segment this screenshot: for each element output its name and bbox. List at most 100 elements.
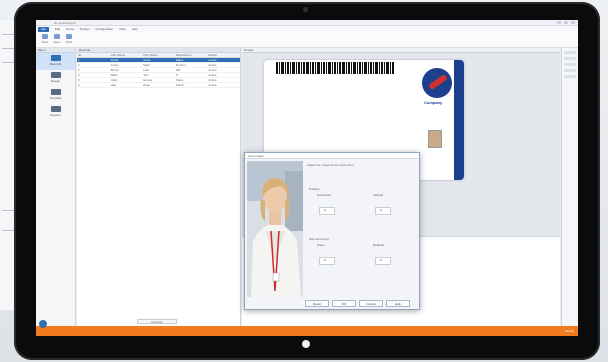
- portrait-photo[interactable]: [247, 161, 303, 297]
- dialog-buttons: Reset OK Cancel Help: [305, 300, 410, 307]
- open-button[interactable]: Open: [52, 34, 62, 44]
- card-photo-thumbnail[interactable]: [428, 130, 442, 148]
- table-cell: Mark: [143, 63, 150, 67]
- reset-button[interactable]: Reset: [305, 300, 329, 307]
- open-icon: [54, 34, 60, 39]
- status-text: Ready: [565, 329, 574, 333]
- close-icon[interactable]: [571, 21, 575, 24]
- table-cell: Anna: [143, 58, 151, 62]
- table-cell: Jones: [110, 63, 119, 67]
- table-cell: 4: [78, 73, 80, 77]
- ribbon-toolbar: New Open Print: [36, 32, 578, 48]
- table-cell: Lisa: [143, 68, 149, 72]
- horizontal-label: Horizontal: [317, 193, 331, 197]
- new-button[interactable]: New: [40, 34, 50, 44]
- table-cell: Active: [208, 73, 217, 77]
- vertical-value: 0: [380, 208, 382, 212]
- crop-image-dialog: Crop image Adjust the image for the card…: [244, 152, 420, 310]
- home-button[interactable]: [302, 340, 310, 348]
- table-cell: 2: [78, 63, 80, 67]
- zoom-value: 0: [324, 258, 326, 262]
- table-cell: Smith: [110, 58, 119, 62]
- barcode-image: [276, 62, 394, 74]
- rotation-stepper[interactable]: 0: [375, 257, 391, 265]
- table-cell: Tom: [143, 73, 149, 77]
- table-cell: Admin: [175, 83, 185, 87]
- table-cell: Sales: [175, 58, 184, 62]
- rotation-label: Rotation: [373, 243, 385, 247]
- vertical-label: Vertical: [373, 193, 383, 197]
- navigation-panel: Menu Records Design Template Reports: [36, 48, 76, 326]
- maximize-icon[interactable]: [564, 21, 568, 24]
- cancel-button[interactable]: Cancel: [359, 300, 383, 307]
- table-cell: Active: [208, 83, 217, 87]
- column-header[interactable]: Status: [207, 53, 240, 57]
- table-cell: 1: [78, 58, 80, 62]
- table-cell: Clark: [110, 78, 118, 82]
- menu-item[interactable]: Home: [66, 27, 74, 31]
- menu-item[interactable]: Design: [80, 27, 89, 31]
- rotation-value: 0: [380, 258, 382, 262]
- horizontal-value: 0: [324, 208, 326, 212]
- designer-header: Design: [242, 48, 560, 53]
- menu-item[interactable]: Edit: [55, 27, 60, 31]
- dialog-instructions: Adjust the image for the card photo: [307, 163, 354, 167]
- records-icon: [50, 55, 61, 61]
- dialog-title: Crop image: [245, 153, 419, 159]
- main-content: Menu Records Design Template Reports Rec…: [36, 48, 578, 326]
- minimize-icon[interactable]: [557, 21, 561, 24]
- table-cell: Active: [208, 63, 217, 67]
- ok-button[interactable]: OK: [332, 300, 356, 307]
- table-cell: HR: [175, 68, 181, 72]
- table-cell: Emma: [143, 78, 152, 82]
- status-bar: Ready: [36, 320, 578, 336]
- menu-item[interactable]: Help: [132, 27, 138, 31]
- nav-item-template[interactable]: Template: [36, 87, 75, 104]
- template-icon: [50, 89, 61, 95]
- table-cell: Brown: [110, 68, 120, 72]
- table-cell: 6: [78, 83, 80, 87]
- print-icon: [66, 34, 72, 39]
- column-header[interactable]: Last Name: [110, 53, 143, 57]
- menu-file[interactable]: File: [38, 26, 49, 32]
- nav-item-design[interactable]: Design: [36, 70, 75, 87]
- new-icon: [42, 34, 48, 39]
- menu-item[interactable]: View: [119, 27, 125, 31]
- records-footer-button[interactable]: Records: [137, 319, 177, 324]
- size-section-label: Size and zoom: [309, 237, 329, 241]
- table-cell: Ryan: [143, 83, 151, 87]
- print-button[interactable]: Print: [64, 34, 74, 44]
- nav-item-reports[interactable]: Reports: [36, 104, 75, 121]
- card-stripe: [454, 60, 464, 180]
- table-cell: Finance: [175, 63, 187, 67]
- table-cell: Active: [208, 78, 217, 82]
- camera-icon: [303, 7, 308, 12]
- column-header[interactable]: First Name: [142, 53, 175, 57]
- zoom-label: Zoom: [317, 243, 325, 247]
- right-side-panel: [561, 48, 578, 326]
- company-logo-icon: [422, 68, 452, 98]
- table-cell: Hall: [110, 83, 116, 87]
- dialog-body: Adjust the image for the card photo Posi…: [307, 163, 417, 295]
- app-screen: ID card designer File Edit Home Design C…: [36, 20, 578, 336]
- menu-item[interactable]: Configuration: [95, 27, 113, 31]
- position-section-label: Position: [309, 187, 320, 191]
- window-controls: [557, 21, 575, 24]
- horizontal-stepper[interactable]: 0: [319, 207, 335, 215]
- table-row[interactable]: 6 Hall Ryan Admin Active: [77, 83, 240, 88]
- column-header[interactable]: ID: [77, 53, 110, 57]
- zoom-stepper[interactable]: 0: [319, 257, 335, 265]
- records-grid: Records ID Last Name First Name Departme…: [77, 48, 241, 326]
- help-button[interactable]: Help: [386, 300, 410, 307]
- card-brand-text: Company: [424, 100, 443, 105]
- column-header[interactable]: Department: [175, 53, 208, 57]
- vertical-stepper[interactable]: 0: [375, 207, 391, 215]
- nav-item-records[interactable]: Records: [36, 53, 75, 70]
- design-icon: [50, 72, 61, 78]
- window-title: ID card designer: [54, 20, 77, 25]
- table-cell: 3: [78, 68, 80, 72]
- app-logo-icon[interactable]: [39, 320, 47, 328]
- reports-icon: [50, 106, 61, 112]
- portrait-image: [247, 161, 303, 297]
- table-cell: Active: [208, 58, 217, 62]
